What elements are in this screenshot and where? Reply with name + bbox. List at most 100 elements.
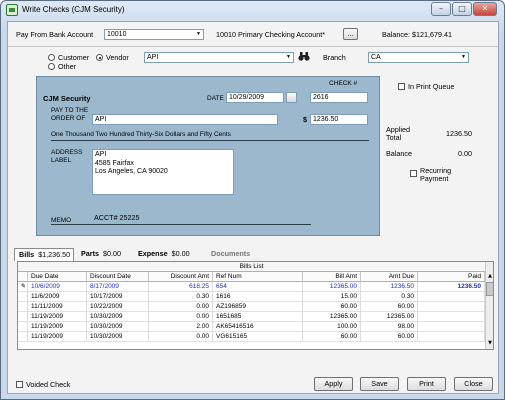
cell-due-date[interactable]: 11/11/2009	[28, 302, 87, 312]
cell-ref-num[interactable]: 1616	[213, 292, 303, 302]
voided-check-checkbox[interactable]	[16, 381, 23, 388]
bank-balance: Balance: $121,679.41	[382, 30, 452, 39]
cell-discount-amt[interactable]: 618.25	[149, 282, 213, 292]
vendor-value: API	[147, 54, 159, 61]
column-header-discount-amt[interactable]: Discount Amt	[149, 272, 213, 282]
column-header-discount-date[interactable]: Discount Date	[87, 272, 149, 282]
other-label: Other	[58, 62, 76, 71]
print-button[interactable]: Print	[407, 377, 446, 391]
tab-label: Parts	[81, 249, 99, 258]
cell-ref-num[interactable]: 654	[213, 282, 303, 292]
column-header-ref-num[interactable]: Ref Num	[213, 272, 303, 282]
row-indicator	[18, 322, 28, 332]
tab-documents[interactable]: Documents	[207, 248, 259, 261]
vendor-select[interactable]: API ▼	[144, 52, 294, 63]
address-field[interactable]: API 4585 Fairfax Los Angeles, CA 90020	[92, 149, 234, 195]
cell-paid[interactable]	[418, 312, 485, 322]
cell-amt-due[interactable]: 98.00	[361, 322, 418, 332]
check-number-field[interactable]: 2616	[310, 92, 368, 103]
cell-discount-date[interactable]: 8/17/2009	[87, 282, 149, 292]
other-radio[interactable]	[48, 63, 55, 70]
main-panel: Pay From Bank Account 10010 ▼ 10010 Prim…	[7, 21, 499, 394]
amount-field[interactable]: 1236.50	[310, 114, 368, 125]
cell-amt-due[interactable]: 1236.50	[361, 282, 418, 292]
cell-bill-amt[interactable]: 12365.00	[303, 282, 361, 292]
branch-select[interactable]: CA ▼	[368, 52, 469, 63]
memo-field[interactable]: ACCT# 25225	[94, 213, 140, 222]
customer-radio[interactable]	[48, 54, 55, 61]
save-button[interactable]: Save	[360, 377, 399, 391]
cell-amt-due[interactable]: 12365.00	[361, 312, 418, 322]
cell-bill-amt[interactable]: 15.00	[303, 292, 361, 302]
date-field[interactable]: 10/29/2009	[226, 92, 284, 103]
browse-button[interactable]: ...	[343, 28, 358, 40]
scroll-down-icon[interactable]: ▼	[486, 339, 493, 348]
scroll-thumb[interactable]	[486, 282, 493, 296]
tab-parts[interactable]: Parts $0.00	[77, 248, 129, 261]
branch-label: Branch	[323, 53, 346, 62]
cell-discount-date[interactable]: 10/30/2009	[87, 312, 149, 322]
close-icon[interactable]: ✕	[473, 2, 497, 16]
cell-ref-num[interactable]: AZ196859	[213, 302, 303, 312]
cell-ref-num[interactable]: 1651685	[213, 312, 303, 322]
cell-bill-amt[interactable]: 60.00	[303, 332, 361, 342]
tab-bills[interactable]: Bills $1,236.50	[14, 248, 74, 261]
recurring-payment-checkbox[interactable]	[410, 170, 417, 177]
cell-discount-amt[interactable]: 2.00	[149, 322, 213, 332]
cell-due-date[interactable]: 11/19/2009	[28, 312, 87, 322]
cell-paid[interactable]	[418, 292, 485, 302]
close-button[interactable]: Close	[454, 377, 493, 391]
divider	[8, 46, 498, 47]
cell-discount-date[interactable]: 10/30/2009	[87, 322, 149, 332]
pay-to-label-1: PAY TO THE	[51, 107, 89, 114]
cell-discount-amt[interactable]: 0.00	[149, 332, 213, 342]
cell-ref-num[interactable]: VG615165	[213, 332, 303, 342]
cell-discount-amt[interactable]: 0.00	[149, 312, 213, 322]
cell-discount-date[interactable]: 10/22/2009	[87, 302, 149, 312]
column-header-amt-due[interactable]: Amt Due	[361, 272, 418, 282]
address-line: Los Angeles, CA 90020	[95, 168, 168, 175]
cell-amt-due[interactable]: 0.30	[361, 292, 418, 302]
tab-expense[interactable]: Expense $0.00	[134, 248, 204, 261]
vendor-label: Vendor	[106, 53, 129, 62]
bank-account-select[interactable]: 10010 ▼	[104, 29, 204, 40]
cell-due-date[interactable]: 11/6/2009	[28, 292, 87, 302]
dropdown-arrow-icon[interactable]: ▼	[459, 53, 468, 62]
binoculars-icon[interactable]	[298, 51, 310, 62]
column-header-bill-amt[interactable]: Bill Amt	[303, 272, 361, 282]
cell-paid[interactable]	[418, 302, 485, 312]
maximize-icon[interactable]: □	[452, 2, 472, 16]
minimize-icon[interactable]: –	[431, 2, 451, 16]
cell-amt-due[interactable]: 60.00	[361, 302, 418, 312]
cell-discount-date[interactable]: 10/17/2009	[87, 292, 149, 302]
scroll-up-icon[interactable]: ▲	[486, 272, 493, 281]
cell-due-date[interactable]: 10/6/2009	[28, 282, 87, 292]
vendor-radio[interactable]	[96, 54, 103, 61]
grid-scrollbar[interactable]: ▲ ▼	[485, 262, 493, 349]
window-title: Write Checks (CJM Security)	[22, 5, 125, 14]
cell-amt-due[interactable]: 60.00	[361, 332, 418, 342]
cell-ref-num[interactable]: AK65416516	[213, 322, 303, 332]
cell-discount-date[interactable]: 10/30/2009	[87, 332, 149, 342]
pay-to-field[interactable]: API	[92, 114, 278, 125]
dropdown-arrow-icon[interactable]: ▼	[194, 30, 203, 39]
cell-bill-amt[interactable]: 100.00	[303, 322, 361, 332]
bills-list-title: Bills List	[18, 262, 485, 272]
pay-from-label: Pay From Bank Account	[16, 30, 94, 39]
cell-discount-amt[interactable]: 0.30	[149, 292, 213, 302]
cell-paid[interactable]: 1236.50	[418, 282, 485, 292]
cell-bill-amt[interactable]: 12365.00	[303, 312, 361, 322]
calendar-icon[interactable]	[286, 92, 297, 103]
address-label-1: ADDRESS	[51, 149, 83, 156]
in-print-queue-checkbox[interactable]	[398, 83, 405, 90]
cell-paid[interactable]	[418, 322, 485, 332]
cell-due-date[interactable]: 11/19/2009	[28, 322, 87, 332]
cell-bill-amt[interactable]: 60.00	[303, 302, 361, 312]
cell-due-date[interactable]: 11/19/2009	[28, 332, 87, 342]
dropdown-arrow-icon[interactable]: ▼	[284, 53, 293, 62]
apply-button[interactable]: Apply	[314, 377, 353, 391]
cell-paid[interactable]	[418, 332, 485, 342]
column-header-due-date[interactable]: Due Date	[28, 272, 87, 282]
column-header-paid[interactable]: Paid	[418, 272, 485, 282]
cell-discount-amt[interactable]: 0.00	[149, 302, 213, 312]
